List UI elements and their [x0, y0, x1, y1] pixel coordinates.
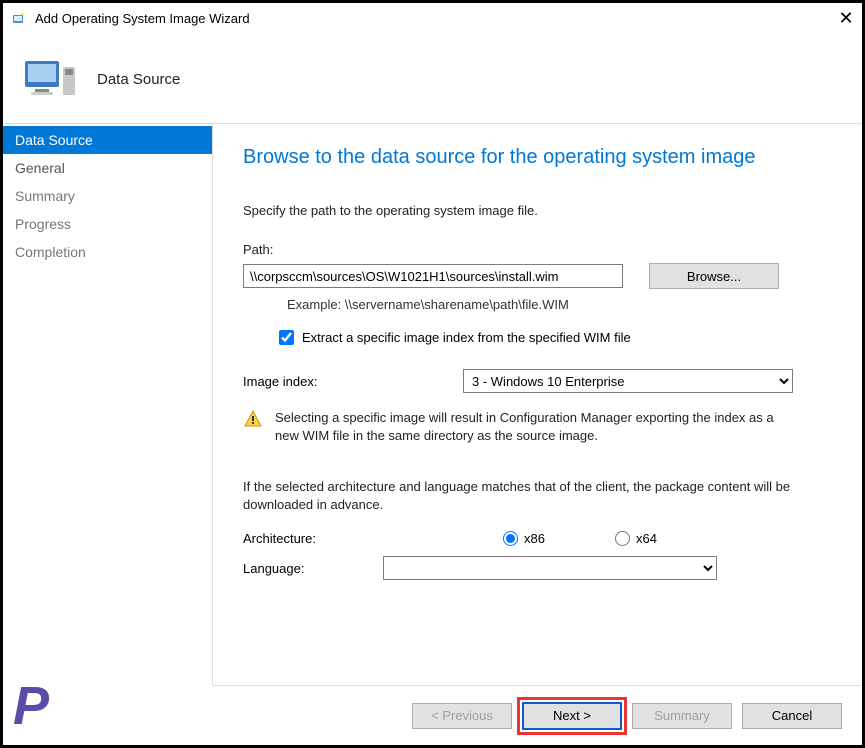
language-label: Language: — [243, 561, 383, 576]
sidebar-item-completion[interactable]: Completion — [3, 238, 212, 266]
window-title: Add Operating System Image Wizard — [35, 11, 838, 26]
sidebar: Data Source General Summary Progress Com… — [3, 124, 213, 685]
header-label: Data Source — [97, 71, 180, 88]
extract-checkbox[interactable] — [279, 330, 294, 345]
next-button[interactable]: Next > — [522, 702, 622, 730]
language-select[interactable] — [383, 556, 717, 580]
path-label: Path: — [243, 242, 832, 257]
architecture-label: Architecture: — [243, 531, 463, 546]
instruction-text: Specify the path to the operating system… — [243, 203, 832, 218]
browse-button[interactable]: Browse... — [649, 263, 779, 289]
sidebar-item-summary[interactable]: Summary — [3, 182, 212, 210]
arch-radio-x86[interactable]: x86 — [503, 531, 545, 546]
footer: < Previous Next > Summary Cancel — [213, 685, 862, 745]
titlebar: Add Operating System Image Wizard ✕ — [3, 3, 862, 35]
arch-radio-x64-input[interactable] — [615, 531, 630, 546]
wizard-header: Data Source — [3, 35, 862, 123]
wizard-window: Add Operating System Image Wizard ✕ Data… — [0, 0, 865, 748]
cancel-button[interactable]: Cancel — [742, 703, 842, 729]
arch-radio-x64[interactable]: x64 — [615, 531, 657, 546]
image-index-label: Image index: — [243, 374, 463, 389]
computer-icon — [23, 51, 79, 107]
extract-checkbox-label: Extract a specific image index from the … — [302, 330, 631, 345]
image-index-select[interactable]: 3 - Windows 10 Enterprise — [463, 369, 793, 393]
wizard-body: Data Source General Summary Progress Com… — [3, 123, 862, 685]
example-text: Example: \\servername\sharename\path\fil… — [287, 297, 832, 312]
sidebar-item-progress[interactable]: Progress — [3, 210, 212, 238]
arch-radio-x86-input[interactable] — [503, 531, 518, 546]
close-icon[interactable]: ✕ — [838, 11, 854, 27]
path-input[interactable] — [243, 264, 623, 288]
wizard-icon — [11, 11, 27, 27]
summary-button: Summary — [632, 703, 732, 729]
sidebar-item-general[interactable]: General — [3, 154, 212, 182]
previous-button: < Previous — [412, 703, 512, 729]
prefetch-text: If the selected architecture and languag… — [243, 478, 803, 513]
content-pane: Browse to the data source for the operat… — [213, 124, 862, 685]
warning-text: Selecting a specific image will result i… — [275, 409, 795, 444]
sidebar-item-data-source[interactable]: Data Source — [3, 126, 212, 154]
warning-icon — [243, 409, 263, 444]
page-heading: Browse to the data source for the operat… — [243, 146, 832, 169]
